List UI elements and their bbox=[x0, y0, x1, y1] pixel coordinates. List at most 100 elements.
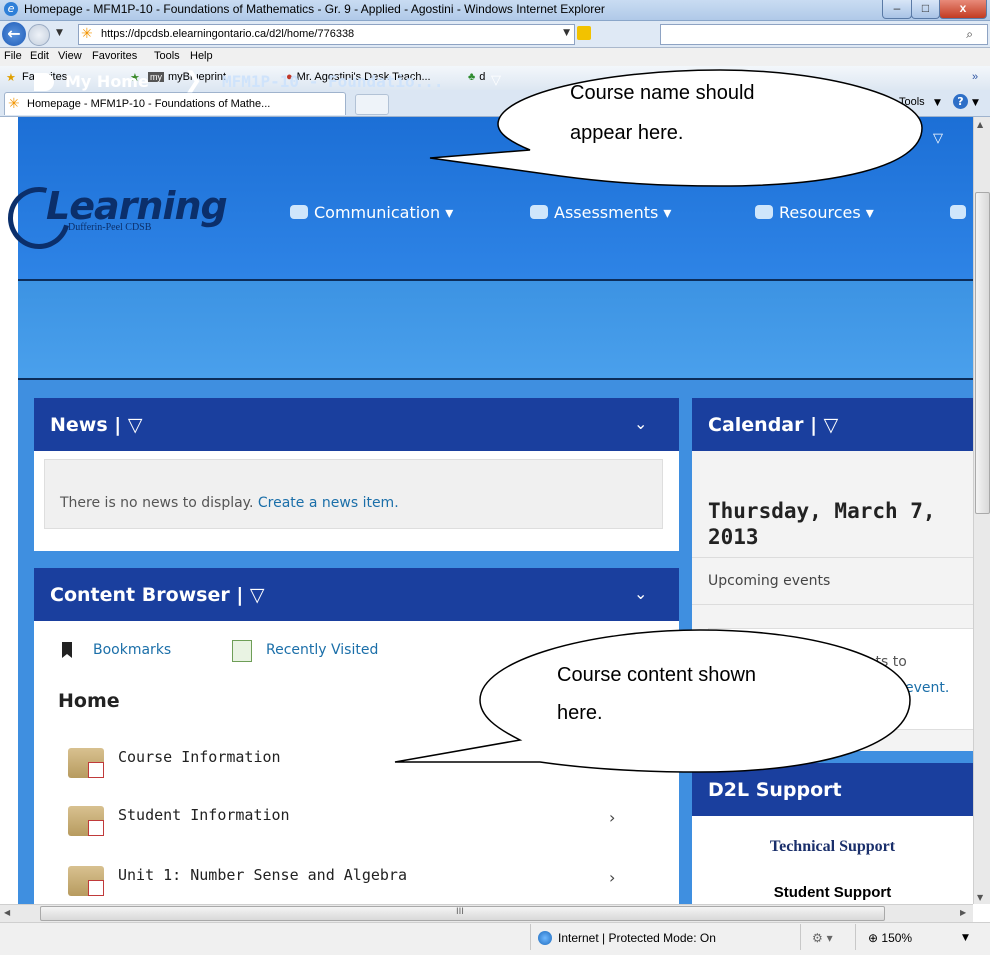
search-input[interactable]: ⌕ bbox=[660, 24, 988, 45]
search-icon[interactable]: ⌕ bbox=[966, 27, 973, 42]
zoom-dropdown-icon[interactable]: ▼ bbox=[962, 933, 969, 943]
recently-visited-link[interactable]: Recently Visited bbox=[266, 642, 378, 658]
callout-course-content-line2: here. bbox=[557, 702, 603, 724]
bookmarks-link[interactable]: Bookmarks bbox=[93, 642, 171, 658]
module-label: Unit 1: Number Sense and Algebra bbox=[118, 866, 407, 884]
history-dropdown-icon[interactable]: ▼ bbox=[56, 28, 63, 38]
tab-favicon: ✳ bbox=[8, 96, 20, 112]
book-icon bbox=[88, 820, 104, 836]
tools-dropdown-icon[interactable]: ▼ bbox=[934, 98, 941, 108]
vertical-scroll-thumb[interactable] bbox=[975, 192, 990, 514]
user-name[interactable]: Aldo Agostini bbox=[795, 131, 915, 150]
nav-more[interactable] bbox=[950, 203, 972, 222]
book-icon bbox=[88, 880, 104, 896]
create-event-link[interactable]: event. bbox=[905, 680, 949, 696]
security-zone-text[interactable]: Internet | Protected Mode: On bbox=[558, 931, 716, 945]
status-bar bbox=[0, 922, 990, 955]
lock-icon[interactable] bbox=[577, 26, 591, 40]
student-support-link[interactable]: Student Support bbox=[692, 884, 973, 901]
module-item[interactable]: Unit 1: Number Sense and Algebra › bbox=[64, 866, 664, 906]
chevron-right-icon[interactable]: › bbox=[609, 868, 615, 887]
collapse-chevron-icon[interactable]: ⌄ bbox=[634, 584, 647, 603]
calendar-title: Calendar | ▽ bbox=[708, 414, 839, 436]
communication-icon bbox=[290, 205, 308, 219]
callout-course-content-line1: Course content shown bbox=[557, 664, 757, 686]
status-divider bbox=[530, 924, 531, 950]
news-widget-header: News | ▽ ⌄ bbox=[34, 398, 679, 451]
support-title: D2L Support bbox=[708, 779, 842, 801]
technical-support-link[interactable]: Technical Support bbox=[692, 838, 973, 856]
calendar-date: Thursday, March 7, 2013 bbox=[708, 499, 936, 549]
menu-tools[interactable]: Tools bbox=[154, 50, 180, 62]
help-icon[interactable]: ? bbox=[953, 94, 968, 109]
myhome-icon[interactable] bbox=[34, 73, 54, 91]
message-alerts-icon[interactable] bbox=[547, 132, 571, 148]
content-browser-header: Content Browser | ▽ ⌄ bbox=[34, 568, 679, 621]
more-favorites-chevron-icon[interactable]: » bbox=[972, 71, 978, 83]
zoom-level[interactable]: ⊕ 150% bbox=[868, 931, 912, 945]
tab-label: Homepage - MFM1P-10 - Foundations of Mat… bbox=[27, 98, 271, 110]
folder-icon bbox=[68, 866, 104, 896]
forward-button[interactable] bbox=[28, 24, 50, 46]
content-browser-title: Content Browser | ▽ bbox=[50, 584, 265, 606]
menu-file[interactable]: File bbox=[4, 50, 22, 62]
news-title: News | ▽ bbox=[50, 414, 143, 436]
calendar-title-text: Calendar bbox=[708, 414, 804, 436]
upcoming-events-label: Upcoming events bbox=[708, 573, 831, 589]
tab-row: ✳ Homepage - MFM1P-10 - Foundations of M… bbox=[0, 90, 990, 117]
menu-help[interactable]: Help bbox=[190, 50, 213, 62]
status-divider bbox=[800, 924, 801, 950]
tab-homepage[interactable]: ✳ Homepage - MFM1P-10 - Foundations of M… bbox=[4, 92, 346, 115]
tools-menu-button[interactable]: Tools bbox=[899, 96, 925, 108]
menu-view[interactable]: View bbox=[58, 50, 82, 62]
callout-course-name-line2: appear here. bbox=[570, 122, 684, 144]
scroll-up-icon[interactable]: ▲ bbox=[977, 120, 983, 129]
no-events-text: ents to bbox=[858, 654, 907, 670]
folder-icon bbox=[68, 806, 104, 836]
plant-icon: ♣ bbox=[468, 71, 476, 83]
help-dropdown-icon[interactable]: ▼ bbox=[972, 98, 979, 108]
ie-icon: e bbox=[4, 2, 18, 16]
zoom-value: 150% bbox=[881, 931, 913, 945]
nav-assessments[interactable]: Assessments ▾ bbox=[530, 203, 671, 222]
scroll-right-icon[interactable]: ▶ bbox=[960, 908, 966, 917]
avatar[interactable] bbox=[755, 124, 787, 156]
module-item[interactable]: Course Information bbox=[64, 748, 664, 788]
address-dropdown-icon[interactable]: ▼ bbox=[563, 28, 570, 38]
course-selector-dropdown-icon[interactable]: ▽ bbox=[491, 73, 501, 88]
status-divider bbox=[855, 924, 856, 950]
more-icon bbox=[950, 205, 966, 219]
resources-icon bbox=[755, 205, 773, 219]
internet-zone-icon bbox=[538, 931, 552, 945]
divider bbox=[692, 604, 973, 605]
chevron-right-icon[interactable]: › bbox=[609, 808, 615, 827]
navbar-band bbox=[18, 281, 973, 380]
news-title-text: News bbox=[50, 414, 108, 436]
module-label: Student Information bbox=[118, 806, 290, 824]
back-button[interactable]: ← bbox=[2, 22, 26, 46]
divider bbox=[692, 557, 973, 558]
logo-subtitle: Dufferin-Peel CDSB bbox=[68, 222, 152, 233]
protected-mode-icon[interactable]: ⚙ ▾ bbox=[812, 931, 833, 945]
menu-edit[interactable]: Edit bbox=[30, 50, 49, 62]
scroll-left-icon[interactable]: ◀ bbox=[4, 908, 10, 917]
maximize-button[interactable]: □ bbox=[911, 0, 940, 19]
address-field[interactable]: ✳ https://dpcdsb.elearningontario.ca/d2l… bbox=[78, 24, 575, 45]
create-news-link[interactable]: Create a news item. bbox=[258, 495, 399, 511]
scroll-down-icon[interactable]: ▼ bbox=[977, 893, 983, 902]
nav-communication[interactable]: Communication ▾ bbox=[290, 203, 453, 222]
module-item[interactable]: Student Information › bbox=[64, 806, 664, 846]
user-menu-dropdown-icon[interactable]: ▽ bbox=[933, 131, 943, 146]
breadcrumb-home[interactable]: My Home bbox=[65, 72, 149, 91]
close-button[interactable]: x bbox=[939, 0, 987, 19]
favorite-d[interactable]: ♣ d bbox=[468, 71, 485, 83]
breadcrumb-course[interactable]: MFM1P-10 - Foundatio... bbox=[222, 72, 444, 91]
collapse-chevron-icon[interactable]: ⌄ bbox=[634, 414, 647, 433]
nav-resources[interactable]: Resources ▾ bbox=[755, 203, 874, 222]
module-label: Course Information bbox=[118, 748, 281, 766]
minimize-button[interactable]: – bbox=[882, 0, 912, 19]
assessments-icon bbox=[530, 205, 548, 219]
book-icon bbox=[88, 762, 104, 778]
menu-favorites[interactable]: Favorites bbox=[92, 50, 137, 62]
new-tab-button[interactable] bbox=[355, 94, 389, 115]
